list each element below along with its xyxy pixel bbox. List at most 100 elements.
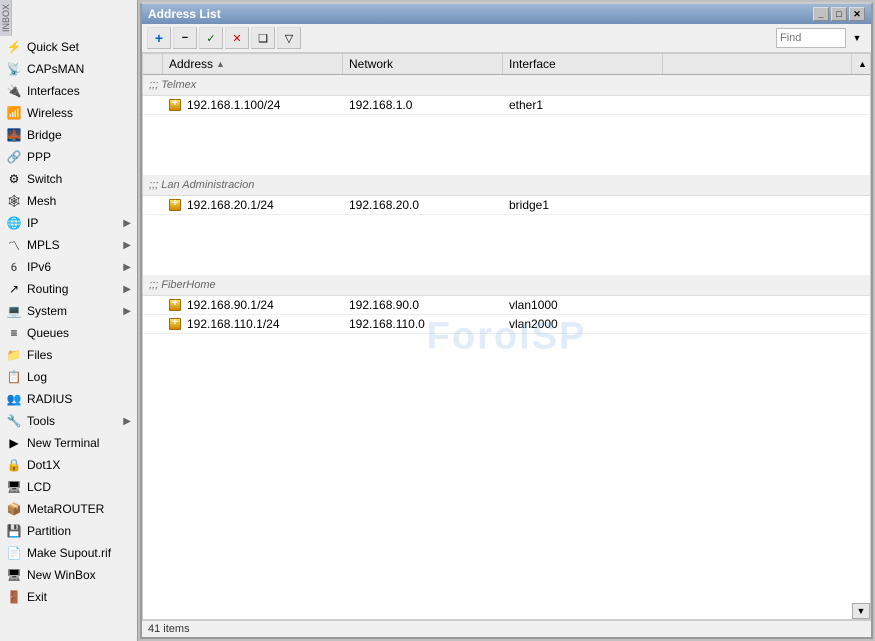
sidebar-item-log[interactable]: 📋Log — [0, 366, 137, 388]
sidebar-item-routing[interactable]: ↗Routing▶ — [0, 278, 137, 300]
row-network-cell: 192.168.1.0 — [343, 96, 503, 114]
capsman-label: CAPsMAN — [27, 62, 84, 76]
col-header-check — [143, 54, 163, 74]
address-table-container[interactable]: ForoISP Address Network Interface ▲ — [142, 53, 871, 620]
sidebar-item-ipv6[interactable]: 6️IPv6▶ — [0, 256, 137, 278]
add-button[interactable]: + — [147, 27, 171, 49]
system-arrow-icon: ▶ — [123, 306, 131, 317]
status-bar: 41 items — [142, 620, 871, 637]
switch-icon: ⚙ — [6, 171, 22, 187]
lcd-label: LCD — [27, 480, 51, 494]
row-network-cell: 192.168.110.0 — [343, 315, 503, 333]
tools-icon: 🔧 — [6, 413, 22, 429]
col-header-network[interactable]: Network — [343, 54, 503, 74]
radius-icon: 👥 — [6, 391, 22, 407]
sidebar-item-make-supout[interactable]: 📄Make Supout.rif — [0, 542, 137, 564]
sidebar-item-tools[interactable]: 🔧 Tools ▶ — [0, 410, 137, 432]
group-spacer — [143, 215, 870, 275]
table-row[interactable]: 192.168.90.1/24192.168.90.0vlan1000 — [143, 296, 870, 315]
ipv6-arrow-icon: ▶ — [123, 262, 131, 273]
sidebar-item-dot1x[interactable]: 🔒Dot1X — [0, 454, 137, 476]
sidebar-item-capsman[interactable]: 📡CAPsMAN — [0, 58, 137, 80]
routing-icon: ↗ — [6, 281, 22, 297]
sidebar-item-system[interactable]: 💻System▶ — [0, 300, 137, 322]
wireless-label: Wireless — [27, 106, 73, 120]
sidebar-item-new-winbox[interactable]: 🖥New WinBox — [0, 564, 137, 586]
sidebar-item-exit[interactable]: 🚪Exit — [0, 586, 137, 608]
window-title: Address List — [148, 7, 813, 21]
sidebar-item-mpls[interactable]: 〽MPLS▶ — [0, 234, 137, 256]
new-terminal-label: New Terminal — [27, 436, 99, 450]
sidebar-item-wireless[interactable]: 📶Wireless — [0, 102, 137, 124]
files-label: Files — [27, 348, 52, 362]
log-icon: 📋 — [6, 369, 22, 385]
row-address-text: 192.168.90.1/24 — [187, 298, 274, 312]
maximize-button[interactable]: □ — [831, 7, 847, 21]
remove-icon: − — [182, 32, 188, 44]
disable-button[interactable]: ✕ — [225, 27, 249, 49]
window-controls: _ □ ✕ — [813, 7, 865, 21]
sidebar-item-files[interactable]: 📁 Files — [0, 344, 137, 366]
check-icon: ✓ — [206, 32, 215, 45]
sidebar-item-radius[interactable]: 👥RADIUS — [0, 388, 137, 410]
files-icon: 📁 — [6, 347, 22, 363]
tools-label: Tools — [27, 414, 55, 428]
system-label: System — [27, 304, 67, 318]
address-list-window: Address List _ □ ✕ + − ✓ ✕ ❑ — [140, 2, 873, 639]
row-interface-cell: ether1 — [503, 96, 663, 114]
sidebar-item-interfaces[interactable]: 🔌Interfaces — [0, 80, 137, 102]
sidebar-item-switch[interactable]: ⚙Switch — [0, 168, 137, 190]
sidebar-item-quick-set[interactable]: ⚡Quick Set — [0, 36, 137, 58]
routing-arrow-icon: ▶ — [123, 284, 131, 295]
sidebar-item-metarouter[interactable]: 📦MetaROUTER — [0, 498, 137, 520]
queues-icon: ≡ — [6, 325, 22, 341]
scroll-up-icon: ▲ — [858, 59, 867, 69]
row-interface-cell: bridge1 — [503, 196, 663, 214]
table-body: ;;; Telmex192.168.1.100/24192.168.1.0eth… — [143, 75, 870, 334]
sidebar-item-partition[interactable]: 💾Partition — [0, 520, 137, 542]
enable-button[interactable]: ✓ — [199, 27, 223, 49]
mesh-label: Mesh — [27, 194, 56, 208]
copy-icon: ❑ — [258, 32, 268, 45]
find-dropdown-button[interactable]: ▼ — [848, 33, 866, 43]
row-address-text: 192.168.1.100/24 — [187, 98, 280, 112]
minimize-button[interactable]: _ — [813, 7, 829, 21]
row-check-cell — [143, 322, 163, 326]
cross-icon: ✕ — [232, 32, 241, 45]
table-row[interactable]: 192.168.20.1/24192.168.20.0bridge1 — [143, 196, 870, 215]
row-address-cell: 192.168.1.100/24 — [163, 96, 343, 114]
mesh-icon: 🕸 — [6, 193, 22, 209]
row-plus-icon — [169, 299, 181, 311]
scroll-down-button[interactable]: ▼ — [852, 603, 870, 619]
ppp-icon: 🔗 — [6, 149, 22, 165]
scroll-up-btn[interactable]: ▲ — [852, 54, 870, 74]
col-header-interface[interactable]: Interface — [503, 54, 663, 74]
sidebar-item-lcd[interactable]: 🖥LCD — [0, 476, 137, 498]
window-titlebar: Address List _ □ ✕ — [142, 4, 871, 24]
sidebar-item-mesh[interactable]: 🕸 Mesh — [0, 190, 137, 212]
ipv6-label: IPv6 — [27, 260, 51, 274]
sidebar-item-ppp[interactable]: 🔗PPP — [0, 146, 137, 168]
row-network-cell: 192.168.90.0 — [343, 296, 503, 314]
table-row[interactable]: 192.168.110.1/24192.168.110.0vlan2000 — [143, 315, 870, 334]
tools-arrow-icon: ▶ — [123, 416, 131, 427]
sidebar-item-new-terminal[interactable]: ▶New Terminal — [0, 432, 137, 454]
new-winbox-icon: 🖥 — [6, 567, 22, 583]
remove-button[interactable]: − — [173, 27, 197, 49]
sidebar-item-ip[interactable]: 🌐IP▶ — [0, 212, 137, 234]
copy-button[interactable]: ❑ — [251, 27, 275, 49]
bridge-icon: 🌉 — [6, 127, 22, 143]
col-header-address[interactable]: Address — [163, 54, 343, 74]
find-input[interactable] — [776, 28, 846, 48]
interfaces-icon: 🔌 — [6, 83, 22, 99]
quick-set-label: Quick Set — [27, 40, 79, 54]
sidebar-item-bridge[interactable]: 🌉Bridge — [0, 124, 137, 146]
sidebar-item-queues[interactable]: ≡Queues — [0, 322, 137, 344]
toolbar: + − ✓ ✕ ❑ ▽ ▼ — [142, 24, 871, 53]
items-count: 41 items — [148, 623, 190, 635]
row-extra-cell — [663, 322, 870, 326]
table-row[interactable]: 192.168.1.100/24 192.168.1.0ether1 — [143, 96, 870, 115]
filter-button[interactable]: ▽ — [277, 27, 301, 49]
group-row-1: ;;; Lan Administracion — [143, 175, 870, 196]
close-button[interactable]: ✕ — [849, 7, 865, 21]
